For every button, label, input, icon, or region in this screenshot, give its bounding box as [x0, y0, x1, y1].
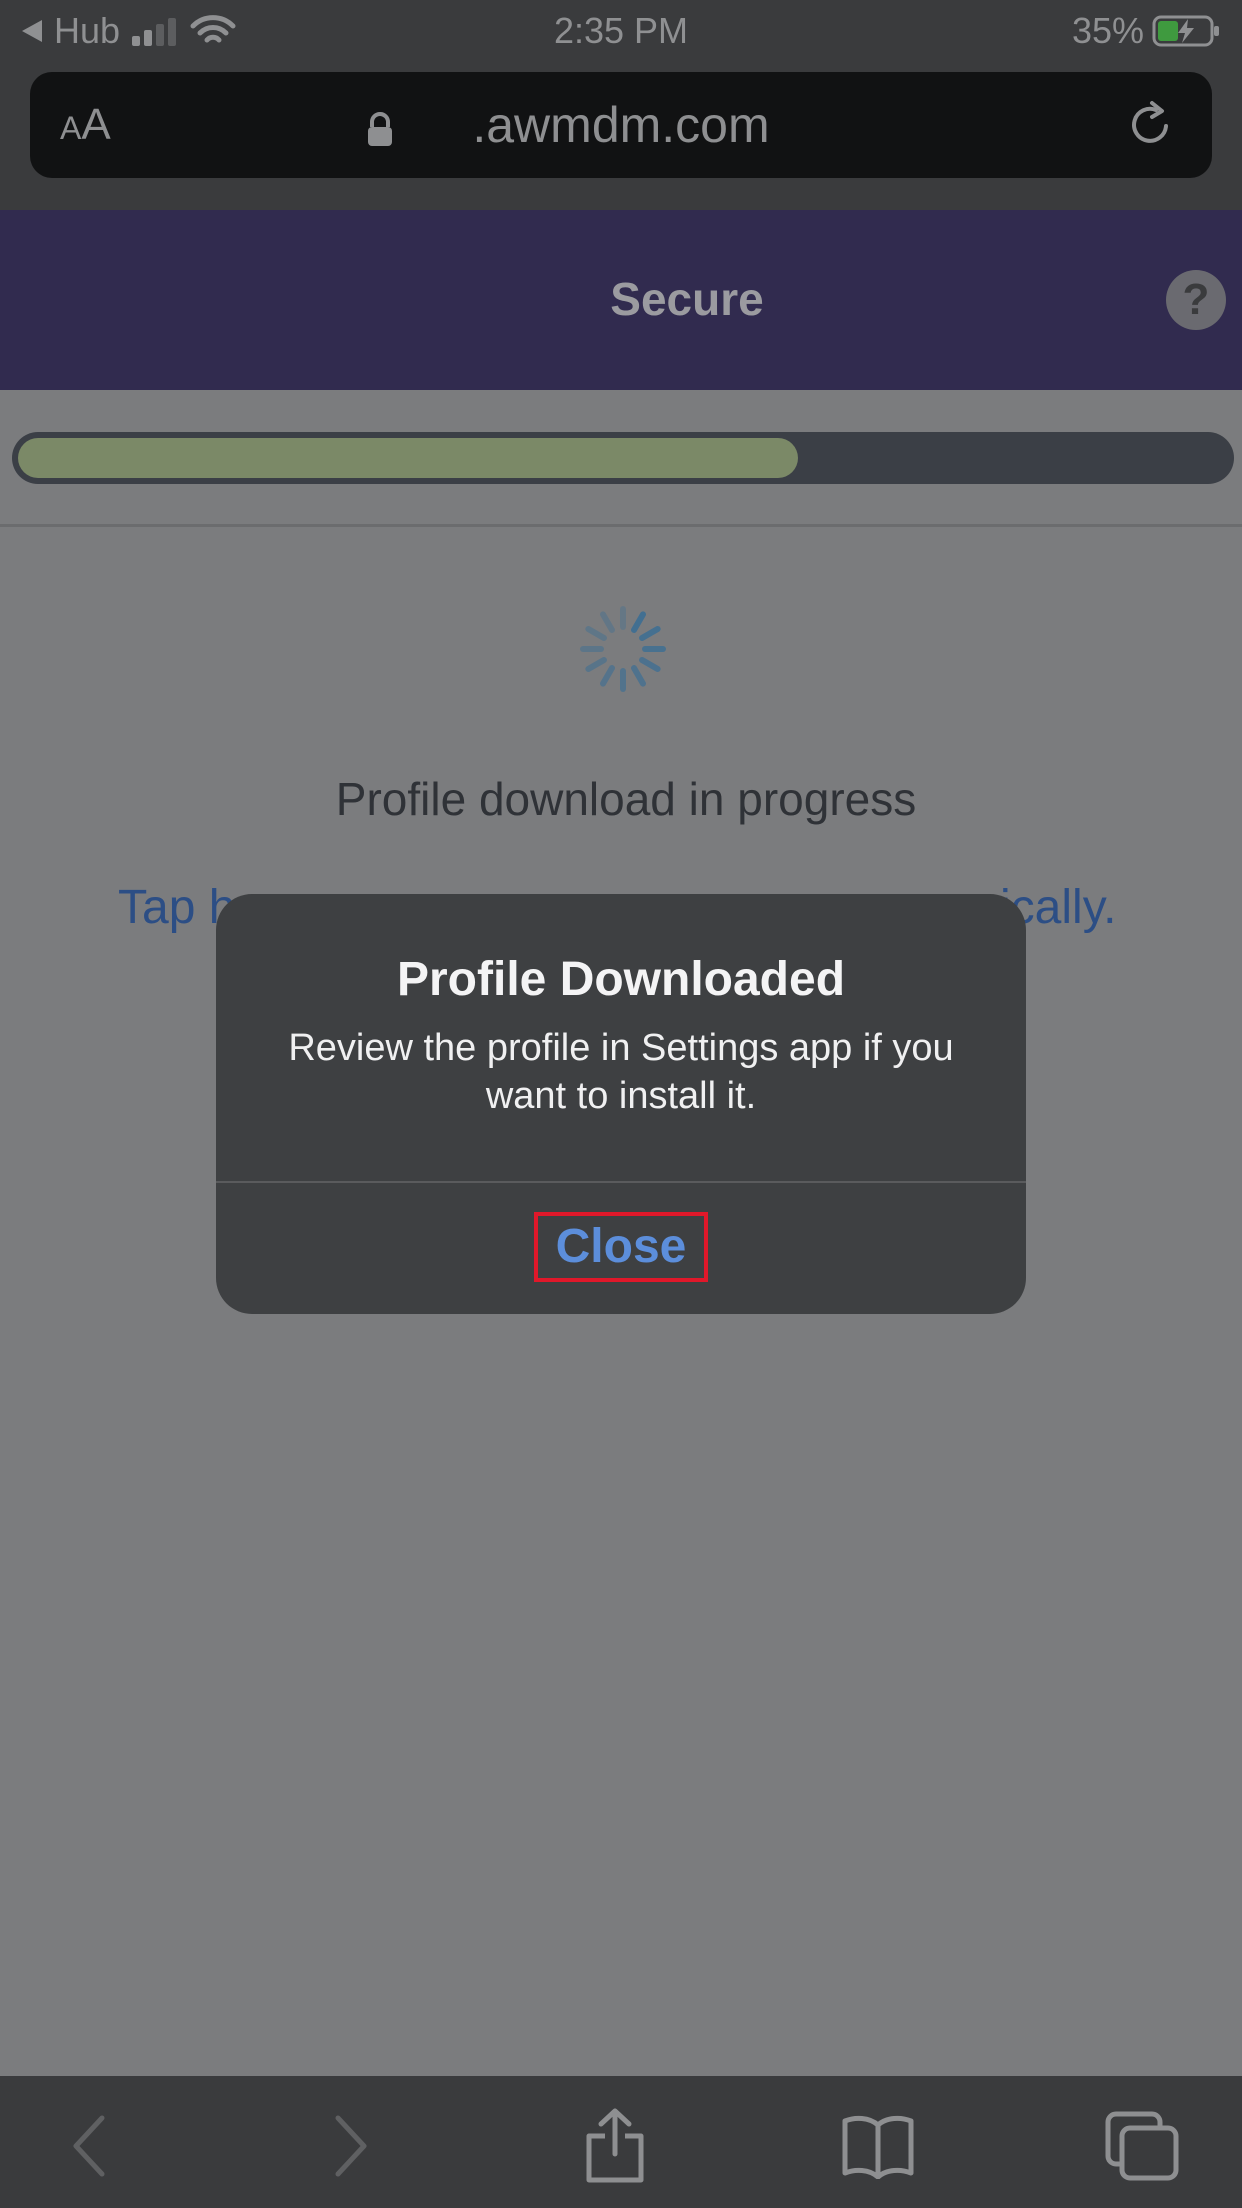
battery-percent: 35%	[1071, 10, 1144, 51]
share-icon	[586, 2108, 644, 2183]
spinner-tick	[639, 657, 661, 672]
profile-downloaded-alert: Profile Downloaded Review the profile in…	[216, 894, 1026, 1314]
divider	[0, 524, 1242, 527]
app-header: Secure ?	[0, 210, 1242, 390]
help-icon[interactable]: ?	[1166, 270, 1226, 330]
alert-divider	[216, 1181, 1026, 1183]
back-chevron-icon	[73, 2115, 105, 2177]
spinner-tick	[585, 626, 607, 641]
spinner-tick	[631, 665, 646, 687]
status-bar: Hub 2:35 PM 35%	[0, 0, 1242, 64]
bookmarks-icon	[842, 2115, 914, 2179]
status-time: 2:35 PM	[553, 10, 689, 51]
loading-spinner-icon	[580, 606, 666, 692]
status-right: 35%	[1072, 10, 1222, 52]
progress-bar	[12, 432, 1234, 484]
reload-icon[interactable]	[1126, 100, 1176, 150]
address-bar[interactable]: AA .awmdm.com	[30, 72, 1212, 178]
forward-button[interactable]	[310, 2106, 390, 2186]
battery-charging-icon	[1152, 15, 1219, 47]
alert-title: Profile Downloaded	[396, 953, 846, 1006]
spinner-tick	[600, 611, 615, 633]
download-status-text: Profile download in progress	[335, 773, 917, 825]
browser-toolbar	[0, 2076, 1242, 2208]
spinner-tick	[639, 626, 661, 641]
share-button[interactable]	[574, 2106, 656, 2186]
tabs-icon	[1105, 2111, 1179, 2181]
close-button[interactable]: Close	[534, 1212, 708, 1282]
progress-fill	[18, 438, 798, 478]
forward-chevron-icon	[335, 2115, 367, 2177]
bookmarks-button[interactable]	[836, 2106, 920, 2186]
browser-chrome: AA .awmdm.com	[0, 64, 1242, 210]
url-text: .awmdm.com	[472, 97, 770, 153]
spinner-tick	[631, 611, 646, 633]
tabs-button[interactable]	[1100, 2106, 1184, 2186]
spinner-tick	[585, 657, 607, 672]
back-button[interactable]	[50, 2106, 130, 2186]
spinner-tick	[600, 665, 615, 687]
alert-message: Review the profile in Settings app if yo…	[288, 1027, 954, 1117]
page-title: Secure	[610, 273, 764, 325]
